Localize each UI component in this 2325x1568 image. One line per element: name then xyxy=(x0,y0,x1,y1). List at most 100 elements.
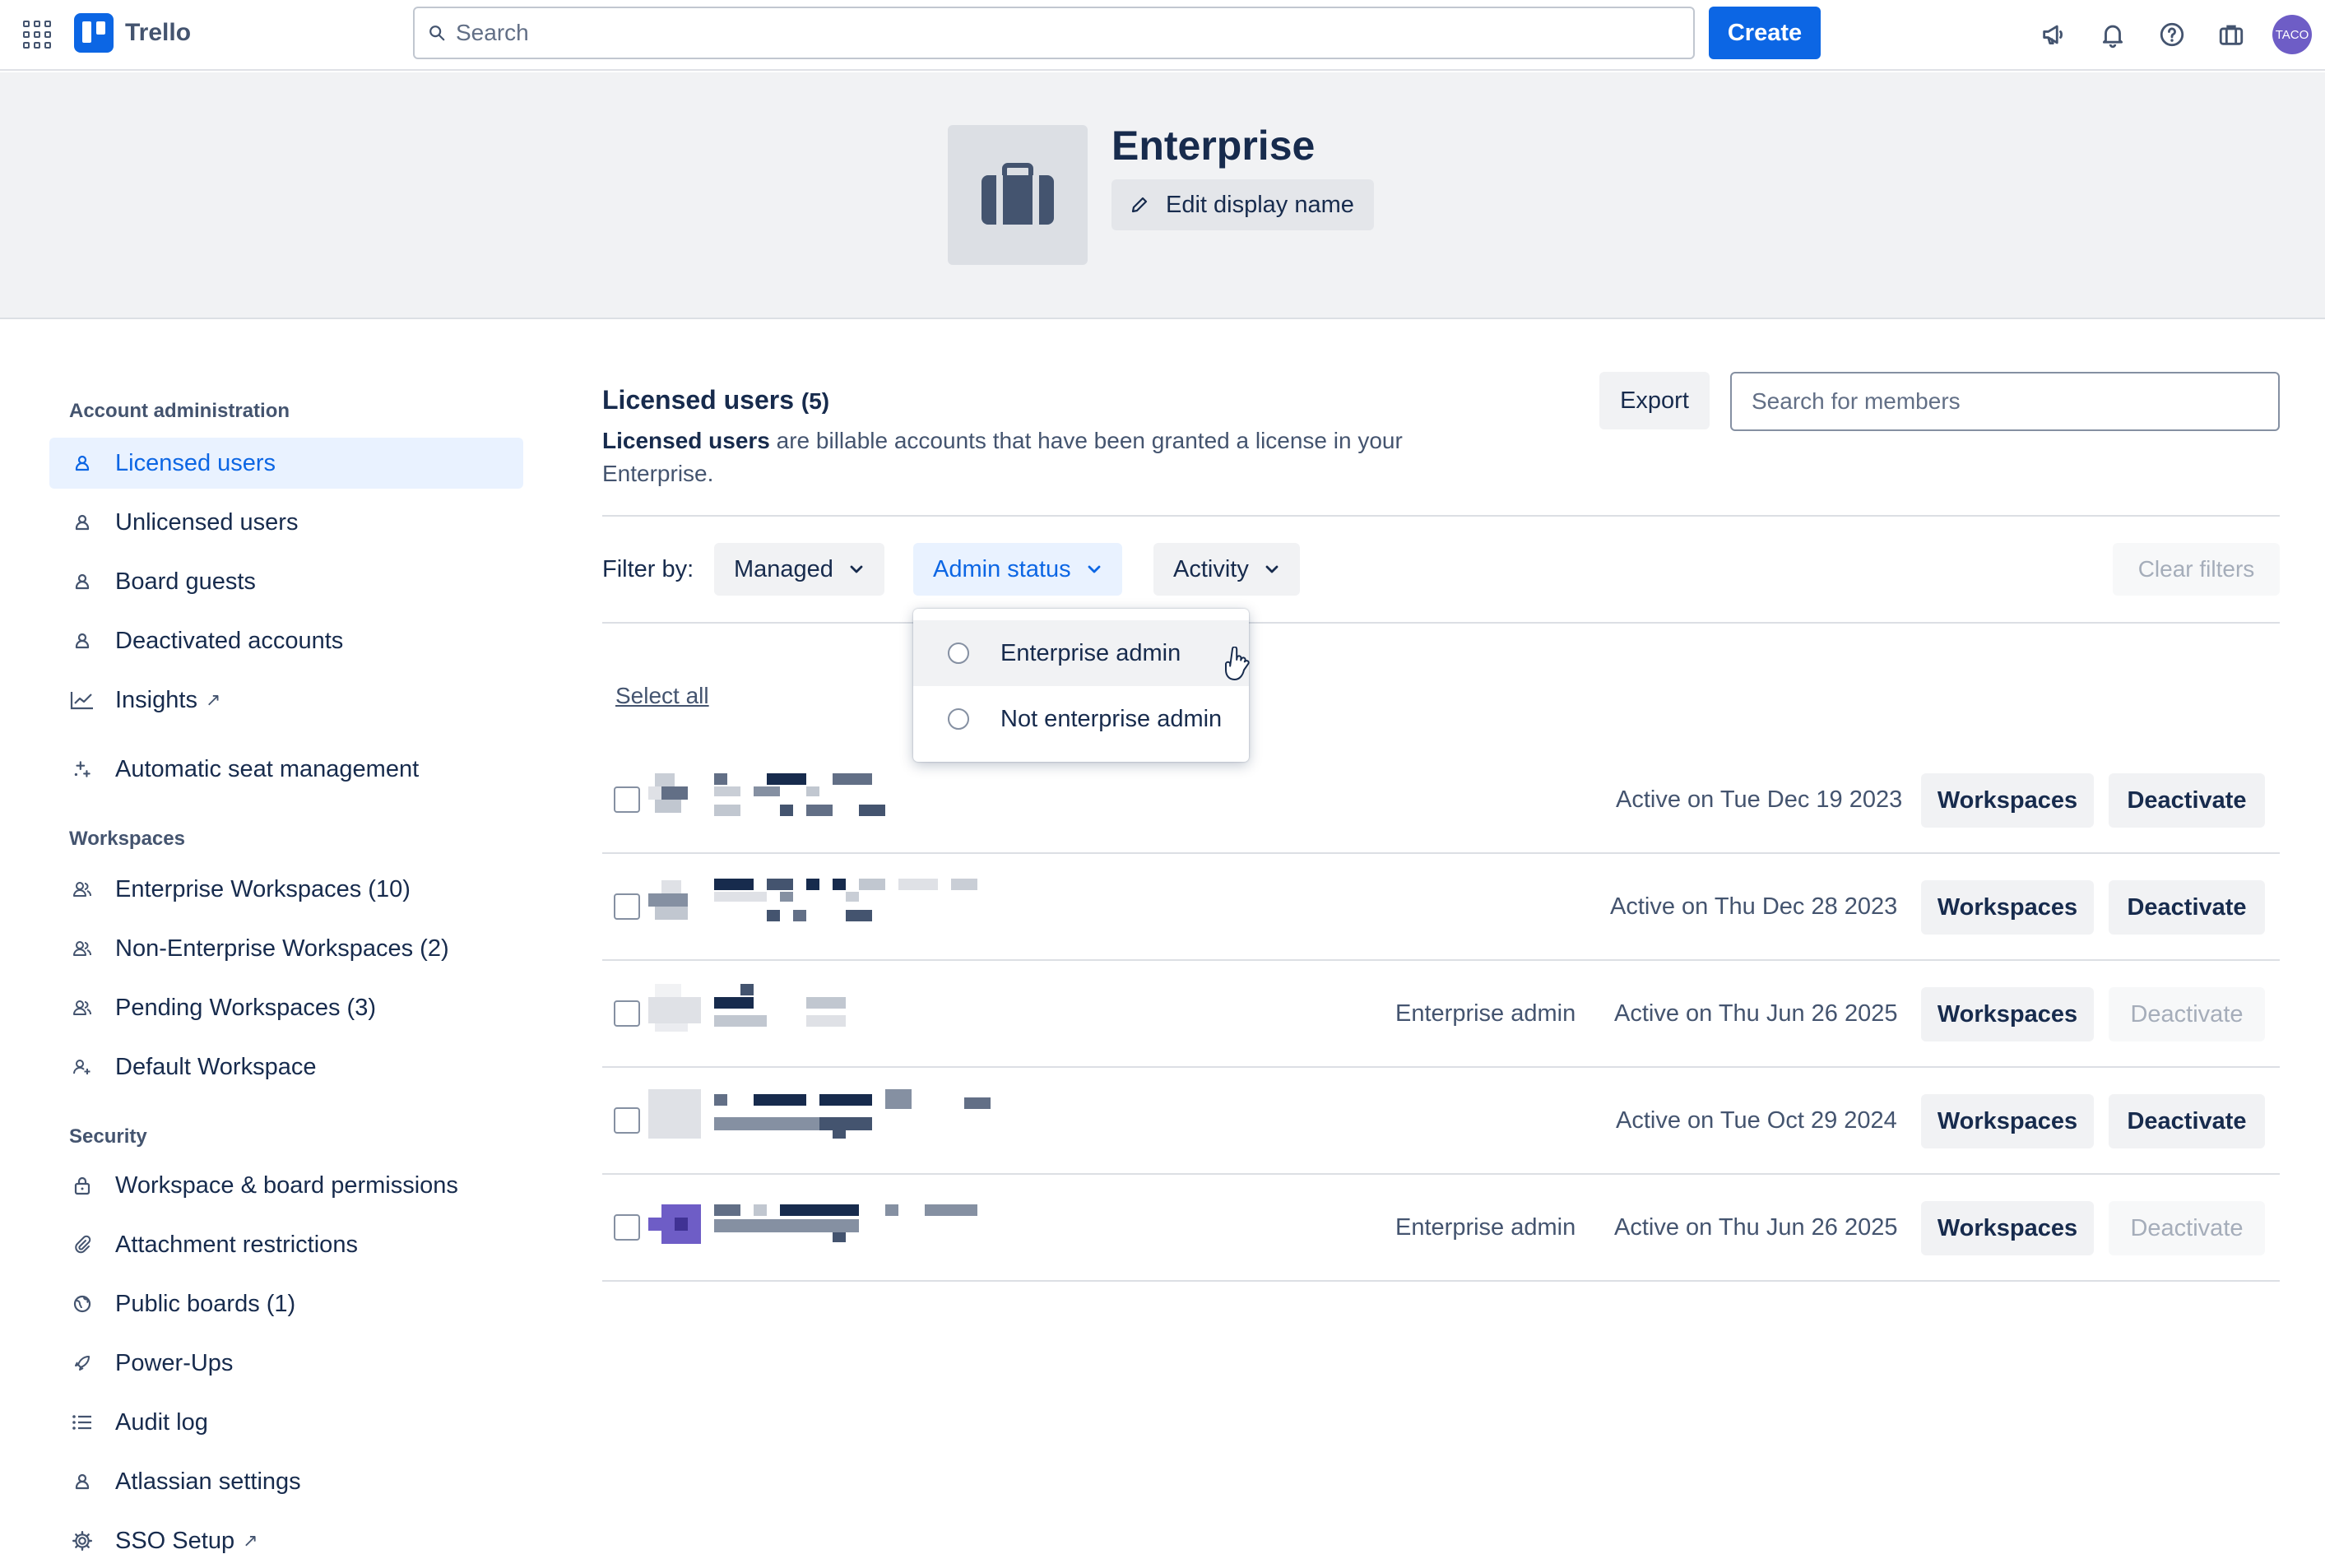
rocket-icon xyxy=(66,1347,99,1380)
avatar xyxy=(648,1204,701,1250)
clear-filters-button[interactable]: Clear filters xyxy=(2113,543,2280,596)
edit-display-name-button[interactable]: Edit display name xyxy=(1111,179,1374,230)
admin-status-label: Enterprise admin xyxy=(1395,1000,1576,1027)
workspaces-button[interactable]: Workspaces xyxy=(1921,880,2094,935)
admin-status-label: Enterprise admin xyxy=(1395,1214,1576,1241)
briefcase-icon xyxy=(982,163,1054,225)
filter-managed-button[interactable]: Managed xyxy=(714,543,884,596)
licensed-users-count: (5) xyxy=(801,388,830,414)
deactivate-button[interactable]: Deactivate xyxy=(2109,773,2265,828)
sidebar-heading-account-administration: Account administration xyxy=(69,400,290,422)
list-icon xyxy=(66,1406,99,1439)
sidebar-item-label: Unlicensed users xyxy=(115,508,299,536)
global-search[interactable] xyxy=(413,7,1695,59)
megaphone-icon[interactable] xyxy=(2037,18,2070,51)
chevron-down-icon xyxy=(1265,565,1279,573)
dropdown-option-label: Enterprise admin xyxy=(1000,639,1181,666)
sidebar-item-power-ups[interactable]: Power-Ups xyxy=(49,1338,523,1389)
row-checkbox[interactable] xyxy=(614,893,640,920)
dropdown-option-label: Not enterprise admin xyxy=(1000,705,1223,732)
sidebar-item-board-guests[interactable]: Board guests xyxy=(49,556,523,607)
sidebar-item-unlicensed-users[interactable]: Unlicensed users xyxy=(49,497,523,548)
row-checkbox[interactable] xyxy=(614,786,640,813)
select-all-link[interactable]: Select all xyxy=(615,683,709,709)
globe-icon xyxy=(66,1287,99,1320)
enterprise-name: Enterprise xyxy=(1111,123,1316,169)
sidebar-item-public-boards[interactable]: Public boards (1) xyxy=(49,1278,523,1329)
sidebar-item-label: Power-Ups xyxy=(115,1349,234,1376)
chevron-down-icon xyxy=(850,565,863,573)
sidebar-item-label: Non-Enterprise Workspaces (2) xyxy=(115,935,449,962)
person-icon xyxy=(66,624,99,657)
export-button[interactable]: Export xyxy=(1599,372,1710,429)
sidebar-item-insights[interactable]: Insights ↗ xyxy=(49,675,523,726)
workspaces-button[interactable]: Workspaces xyxy=(1921,773,2094,828)
workspaces-button[interactable]: Workspaces xyxy=(1921,987,2094,1041)
person-add-icon xyxy=(66,1051,99,1083)
filter-admin-status-label: Admin status xyxy=(933,555,1071,582)
avatar xyxy=(648,1089,701,1139)
sidebar-item-deactivated-accounts[interactable]: Deactivated accounts xyxy=(49,615,523,666)
sidebar-item-label: Deactivated accounts xyxy=(115,627,344,654)
workspaces-button[interactable]: Workspaces xyxy=(1921,1201,2094,1255)
external-link-icon: ↗ xyxy=(205,689,221,710)
bell-icon[interactable] xyxy=(2096,18,2129,51)
enterprise-briefcase-icon[interactable] xyxy=(2215,18,2248,51)
filter-admin-status-button[interactable]: Admin status xyxy=(913,543,1122,596)
workspaces-button[interactable]: Workspaces xyxy=(1921,1094,2094,1148)
people-icon xyxy=(66,991,99,1024)
sidebar-item-default-workspace[interactable]: Default Workspace xyxy=(49,1041,523,1092)
sidebar-item-audit-log[interactable]: Audit log xyxy=(49,1397,523,1448)
sidebar-item-atlassian-settings[interactable]: Atlassian settings xyxy=(49,1456,523,1507)
deactivate-button[interactable]: Deactivate xyxy=(2109,1094,2265,1148)
divider xyxy=(602,622,2280,624)
deactivate-button[interactable]: Deactivate xyxy=(2109,987,2265,1041)
member-search-input[interactable] xyxy=(1730,372,2280,431)
table-row: Active on Thu Dec 28 2023 Workspaces Dea… xyxy=(602,854,2280,961)
sidebar-item-automatic-seat-management[interactable]: Automatic seat management xyxy=(49,744,523,795)
dropdown-option-enterprise-admin[interactable]: Enterprise admin xyxy=(913,620,1249,686)
sidebar-item-label: Audit log xyxy=(115,1408,208,1436)
deactivate-button[interactable]: Deactivate xyxy=(2109,880,2265,935)
top-navigation-bar: Trello Create TACO xyxy=(0,0,2325,71)
page-description: Licensed users are billable accounts tha… xyxy=(602,424,1474,490)
app-switcher-icon[interactable] xyxy=(23,21,51,49)
sidebar-item-label: Atlassian settings xyxy=(115,1468,301,1495)
row-checkbox[interactable] xyxy=(614,1214,640,1241)
dropdown-option-not-enterprise-admin[interactable]: Not enterprise admin xyxy=(913,686,1249,752)
avatar[interactable]: TACO xyxy=(2272,15,2312,54)
trello-logo-icon xyxy=(74,13,114,53)
sidebar-item-pending-workspaces[interactable]: Pending Workspaces (3) xyxy=(49,982,523,1033)
sidebar-item-licensed-users[interactable]: Licensed users xyxy=(49,438,523,489)
filter-activity-label: Activity xyxy=(1173,555,1249,582)
sidebar-item-attachment-restrictions[interactable]: Attachment restrictions xyxy=(49,1219,523,1270)
table-row: Enterprise admin Active on Thu Jun 26 20… xyxy=(602,1175,2280,1282)
sidebar-item-label: Automatic seat management xyxy=(115,755,420,782)
avatar xyxy=(648,773,701,819)
admin-status-dropdown: Enterprise admin Not enterprise admin xyxy=(913,609,1249,762)
radio-button[interactable] xyxy=(948,708,969,730)
sidebar-item-workspace-board-permissions[interactable]: Workspace & board permissions xyxy=(49,1160,523,1211)
page-description-bold: Licensed users xyxy=(602,428,770,453)
create-button[interactable]: Create xyxy=(1709,7,1821,59)
filter-activity-button[interactable]: Activity xyxy=(1153,543,1300,596)
sidebar-item-label: SSO Setup xyxy=(115,1527,235,1554)
sidebar-item-sso-setup[interactable]: SSO Setup ↗ xyxy=(49,1515,523,1566)
sidebar-item-enterprise-workspaces[interactable]: Enterprise Workspaces (10) xyxy=(49,864,523,915)
person-icon xyxy=(66,1465,99,1498)
help-icon[interactable] xyxy=(2156,18,2188,51)
external-link-icon: ↗ xyxy=(243,1530,258,1551)
edit-display-name-label: Edit display name xyxy=(1166,191,1354,218)
sidebar-item-label: Pending Workspaces (3) xyxy=(115,994,377,1021)
search-input[interactable] xyxy=(456,20,1608,46)
deactivate-button[interactable]: Deactivate xyxy=(2109,1201,2265,1255)
page-title: Licensed users (5) xyxy=(602,385,829,415)
radio-button[interactable] xyxy=(948,643,969,664)
search-icon xyxy=(429,26,445,41)
sidebar-item-non-enterprise-workspaces[interactable]: Non-Enterprise Workspaces (2) xyxy=(49,923,523,974)
row-checkbox[interactable] xyxy=(614,1107,640,1134)
row-checkbox[interactable] xyxy=(614,1000,640,1027)
trello-logo[interactable]: Trello xyxy=(74,13,191,53)
hand-cursor-icon xyxy=(1224,646,1252,685)
chevron-down-icon xyxy=(1088,565,1101,573)
